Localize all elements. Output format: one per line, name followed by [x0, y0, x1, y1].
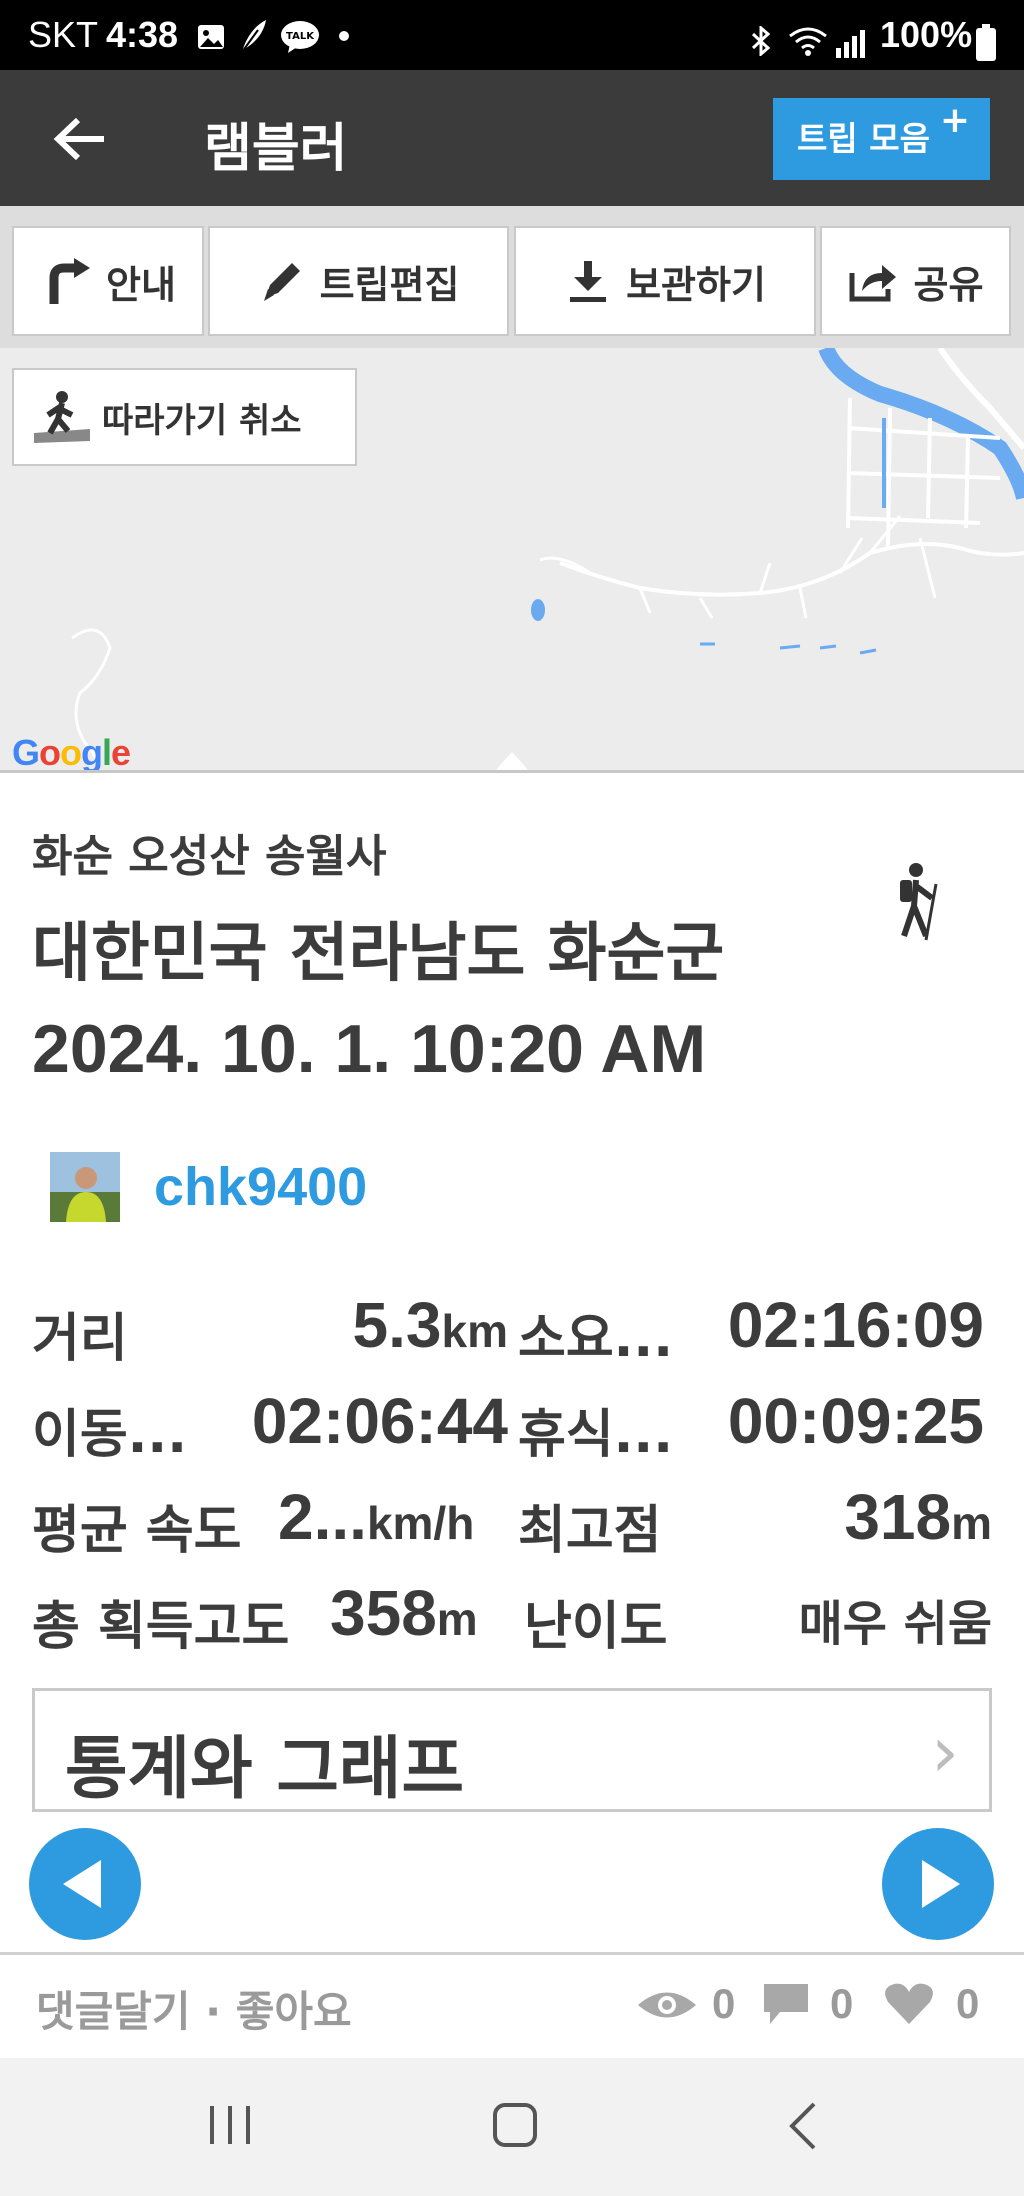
comment-icon — [764, 1984, 808, 2024]
carrier-label: SKT — [28, 14, 99, 55]
avg-speed-number: 2... — [278, 1481, 367, 1553]
pencil-icon — [263, 263, 300, 301]
download-icon — [570, 261, 607, 302]
distance-label: 거리 — [32, 1309, 128, 1369]
back-nav-icon[interactable] — [786, 2102, 820, 2150]
home-icon[interactable] — [492, 2102, 538, 2148]
distance-number: 5.3 — [352, 1289, 442, 1361]
battery-percent: 100% — [880, 14, 973, 55]
avatar[interactable] — [50, 1152, 120, 1222]
app-title: 램블러 — [204, 119, 348, 179]
moving-time-value: 02:06:44 — [251, 1385, 508, 1457]
guide-button[interactable]: 안내 — [12, 226, 204, 336]
save-label: 보관하기 — [626, 262, 766, 307]
map-divider — [0, 770, 1024, 773]
feather-icon — [241, 20, 266, 53]
signal-icon — [836, 30, 865, 58]
max-altitude-label: 최고점 — [518, 1501, 662, 1561]
max-altitude-number: 318 — [844, 1481, 952, 1553]
comments-count: 0 — [830, 1980, 854, 2027]
duration-label: 소요... — [518, 1309, 673, 1369]
share-button[interactable]: 공유 — [820, 226, 1011, 336]
bluetooth-icon — [751, 26, 771, 56]
total-gain-value: 358m — [330, 1576, 478, 1650]
edit-trip-label: 트립편집 — [319, 262, 460, 307]
status-time: 4:38 — [106, 14, 179, 55]
distance-unit: km — [441, 1305, 508, 1357]
hiker-icon — [900, 863, 938, 941]
image-icon — [198, 25, 224, 49]
talk-icon: TALK — [281, 21, 319, 53]
footer-divider — [0, 1952, 1024, 1955]
save-button[interactable]: 보관하기 — [514, 226, 816, 336]
trip-collection-label: 트립 모음 — [797, 119, 930, 158]
trip-name: 화순 오성산 송월사 — [32, 831, 387, 882]
total-gain-number: 358 — [330, 1577, 437, 1649]
share-icon — [849, 265, 896, 302]
views-count: 0 — [712, 1980, 736, 2027]
comment-like-link[interactable]: 댓글달기 · 좋아요 — [36, 1978, 352, 2039]
follow-cancel-label: 따라가기 취소 — [102, 400, 302, 441]
avg-speed-label: 평균 속도 — [32, 1501, 242, 1561]
stats-graph-button[interactable]: 통계와 그래프 › — [32, 1688, 992, 1812]
follow-cancel-button[interactable]: 따라가기 취소 — [12, 368, 357, 466]
system-navigation-bar — [0, 2058, 1024, 2196]
heart-icon — [885, 1983, 933, 2024]
trip-region: 대한민국 전라남도 화순군 — [32, 917, 725, 991]
rest-time-value: 00:09:25 — [727, 1385, 984, 1457]
triangle-right-icon — [922, 1860, 960, 1908]
chevron-right-icon: › — [931, 1711, 959, 1793]
map-view[interactable]: 따라가기 취소 Google — [0, 348, 1024, 772]
back-arrow-icon[interactable] — [52, 116, 108, 162]
svg-text:TALK: TALK — [286, 31, 315, 42]
wifi-icon — [789, 27, 827, 56]
triangle-left-icon — [63, 1860, 101, 1908]
trip-datetime: 2024. 10. 1. 10:20 AM — [32, 1011, 707, 1087]
total-gain-unit: m — [436, 1593, 478, 1645]
duration-value: 02:16:09 — [727, 1289, 984, 1361]
app-bar: 램블러 트립 모음 + — [0, 70, 1024, 206]
difficulty-label: 난이도 — [524, 1597, 668, 1657]
max-altitude-unit: m — [951, 1497, 992, 1549]
guide-label: 안내 — [106, 262, 176, 307]
action-toolbar: 안내 트립편집 보관하기 공유 — [0, 206, 1024, 348]
dot-icon — [339, 31, 349, 41]
share-label: 공유 — [913, 262, 984, 307]
eye-icon — [638, 1992, 696, 2018]
next-trip-button[interactable] — [882, 1828, 994, 1940]
likes-count: 0 — [956, 1980, 980, 2027]
plus-icon: + — [939, 100, 970, 141]
google-logo: Google — [12, 732, 131, 772]
trip-collection-button[interactable]: 트립 모음 + — [773, 98, 990, 180]
previous-trip-button[interactable] — [29, 1828, 141, 1940]
max-altitude-value: 318m — [844, 1480, 992, 1554]
avg-speed-value: 2...km/h — [278, 1480, 474, 1554]
avatar-photo — [50, 1152, 120, 1222]
battery-icon — [976, 24, 996, 61]
status-bar: SKT 4:38 TALK 100% — [0, 0, 1024, 70]
turn-right-icon — [49, 258, 91, 304]
difficulty-value: 매우 쉬움 — [798, 1596, 992, 1652]
distance-value: 5.3km — [353, 1288, 508, 1362]
avg-speed-unit: km/h — [366, 1497, 475, 1549]
edit-trip-button[interactable]: 트립편집 — [208, 226, 509, 336]
stats-graph-label: 통계와 그래프 — [65, 1730, 465, 1809]
username-link[interactable]: chk9400 — [154, 1156, 367, 1218]
rest-time-label: 휴식... — [518, 1405, 673, 1465]
total-gain-label: 총 획득고도 — [32, 1597, 290, 1657]
walking-person-icon — [34, 391, 90, 443]
recent-apps-icon[interactable] — [206, 2104, 254, 2146]
moving-time-label: 이동... — [32, 1405, 187, 1465]
